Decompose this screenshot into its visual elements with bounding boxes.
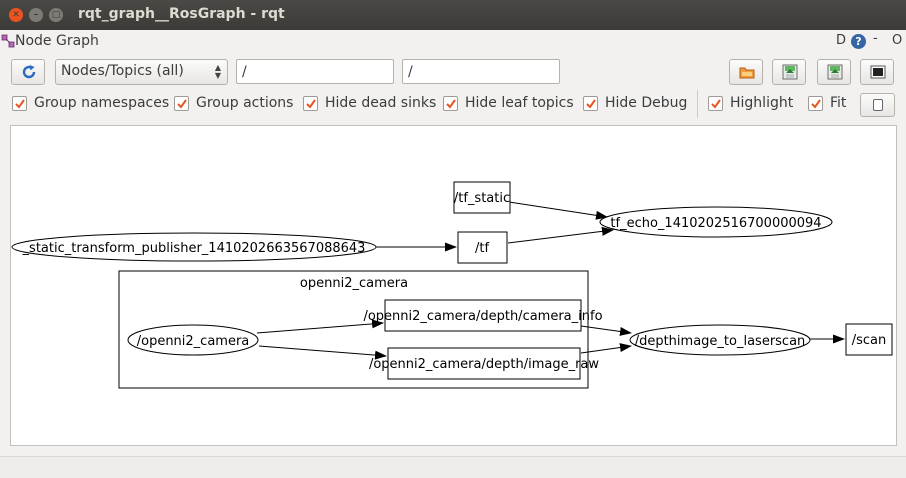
window-close-button[interactable]: ✕ [9,8,23,22]
fit-view-icon [873,99,883,111]
checkbox-label: Fit [830,95,847,111]
topic-label: /openni2_camera/depth/camera_info [363,309,602,324]
rqt-window: ✕ – □ rqt_graph__RosGraph - rqt Node Gra… [0,0,906,478]
save-dot-icon [782,64,798,80]
topic-label: /scan [852,333,887,348]
toolbar-separator [697,90,698,118]
screenshot-icon [870,65,886,79]
topic-label: /tf_static [454,191,510,206]
checkbox-label: Hide leaf topics [465,95,574,111]
exclude-filter-input[interactable] [402,59,560,84]
graph-plugin-icon [1,34,15,48]
node-label: /openni2_camera [137,334,250,349]
checkbox-box[interactable] [12,96,27,111]
node-label: tf_echo_1410202516700000094 [610,216,821,231]
graph-mode-value: Nodes/Topics (all) [61,63,184,79]
load-graph-button[interactable] [729,59,763,85]
refresh-icon [22,65,36,79]
edge-camera-to-camera-info [256,319,384,334]
open-folder-icon [739,67,755,79]
node-label: _static_transform_publisher_141020266356… [22,241,366,256]
help-icon[interactable]: ? [851,34,866,49]
topic-label: /openni2_camera/depth/image_raw [369,357,599,372]
close-plugin-button[interactable]: O [892,33,902,48]
edge-tf-static-to-tf-echo [508,201,608,220]
refresh-button[interactable] [11,59,45,85]
checkbox-label: Hide dead sinks [325,95,437,111]
checkbox-label: Hide Debug [605,95,688,111]
topic-label: /tf [475,241,489,256]
minimize-plugin-button[interactable]: - [873,31,878,46]
dock-d-button[interactable]: D [836,33,846,48]
fit-in-view-button[interactable] [860,93,895,117]
checkbox-label: Group namespaces [34,95,170,111]
plugin-title: Node Graph [15,33,99,49]
save-svg-icon [827,64,843,80]
window-maximize-button[interactable]: □ [49,8,63,22]
node-label: /depthimage_to_laserscan [635,334,806,349]
title-bar: ✕ – □ rqt_graph__RosGraph - rqt [0,0,906,30]
checkbox-label: Group actions [196,95,294,111]
checkbox-box[interactable] [808,96,823,111]
graph-mode-select[interactable]: Nodes/Topics (all) ▲ ▼ [55,59,228,85]
checkbox-box[interactable] [443,96,458,111]
edge-camera-to-image-raw [258,345,387,360]
plugin-header: Node Graph D ? - O [0,30,906,52]
ros-graph: openni2_camera /tf_static /tf /openni2_c… [11,181,893,389]
checkbox-box[interactable] [174,96,189,111]
namespace-label: openni2_camera [300,276,408,291]
screenshot-button[interactable] [860,59,894,85]
spin-arrows-icon: ▲ ▼ [214,63,221,80]
include-filter-input[interactable] [236,59,394,84]
window-title: rqt_graph__RosGraph - rqt [78,6,285,22]
graph-canvas[interactable]: openni2_camera /tf_static /tf /openni2_c… [10,125,897,446]
checkbox-box[interactable] [583,96,598,111]
status-bar [0,456,906,478]
checkbox-box[interactable] [708,96,723,111]
checkbox-box[interactable] [303,96,318,111]
save-svg-button[interactable] [817,59,851,85]
checkbox-label: Highlight [730,95,794,111]
window-minimize-button[interactable]: – [29,8,43,22]
save-dot-button[interactable] [772,59,806,85]
edge-tf-to-tf-echo [507,226,614,244]
